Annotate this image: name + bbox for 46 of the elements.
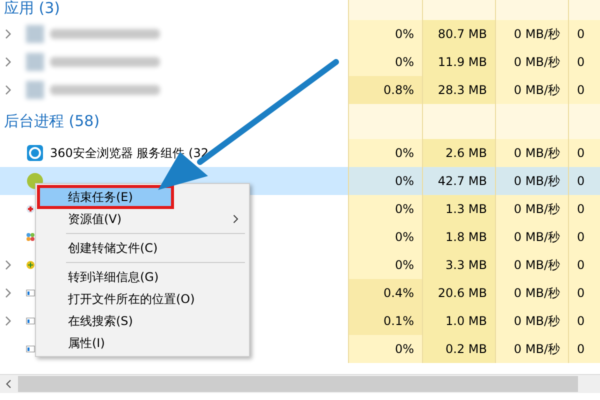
cpu-cell: 0% bbox=[348, 48, 422, 76]
disk-cell: 0 MB/秒 bbox=[495, 167, 568, 195]
disk-cell: 0 MB/秒 bbox=[495, 307, 568, 335]
memory-cell: 11.9 MB bbox=[422, 48, 495, 76]
network-cell: 0 bbox=[568, 335, 600, 363]
disk-cell: 0 MB/秒 bbox=[495, 335, 568, 363]
cpu-cell: 0% bbox=[348, 335, 422, 363]
memory-cell: 1.0 MB bbox=[422, 307, 495, 335]
disk-cell: 0 MB/秒 bbox=[495, 195, 568, 223]
network-cell: 0 bbox=[568, 195, 600, 223]
network-cell: 0 bbox=[568, 48, 600, 76]
cpu-cell: 0% bbox=[348, 167, 422, 195]
memory-cell: 3.3 MB bbox=[422, 251, 495, 279]
memory-cell: 42.7 MB bbox=[422, 167, 495, 195]
memory-cell: 0.2 MB bbox=[422, 335, 495, 363]
cpu-cell: 0% bbox=[348, 251, 422, 279]
cpu-cell: 0.1% bbox=[348, 307, 422, 335]
memory-cell: 1.3 MB bbox=[422, 195, 495, 223]
section-title: 应用 (3) bbox=[4, 0, 60, 18]
network-cell: 0 bbox=[568, 223, 600, 251]
disk-cell: 0 MB/秒 bbox=[495, 20, 568, 48]
disk-cell: 0 MB/秒 bbox=[495, 139, 568, 167]
memory-cell: 2.6 MB bbox=[422, 139, 495, 167]
cpu-cell: 0.8% bbox=[348, 76, 422, 104]
disk-cell: 0 MB/秒 bbox=[495, 48, 568, 76]
disk-cell: 0 MB/秒 bbox=[495, 279, 568, 307]
network-cell: 0 bbox=[568, 139, 600, 167]
cpu-cell: 0% bbox=[348, 139, 422, 167]
cpu-cell: 0.4% bbox=[348, 279, 422, 307]
disk-cell: 0 MB/秒 bbox=[495, 76, 568, 104]
network-cell: 0 bbox=[568, 251, 600, 279]
section-title: 后台进程 (58) bbox=[4, 112, 100, 131]
network-cell: 0 bbox=[568, 307, 600, 335]
cpu-cell: 0% bbox=[348, 20, 422, 48]
memory-cell: 1.8 MB bbox=[422, 223, 495, 251]
cpu-cell: 0% bbox=[348, 195, 422, 223]
memory-cell: 80.7 MB bbox=[422, 20, 495, 48]
disk-cell: 0 MB/秒 bbox=[495, 251, 568, 279]
memory-cell: 20.6 MB bbox=[422, 279, 495, 307]
memory-cell: 28.3 MB bbox=[422, 76, 495, 104]
network-cell: 0 bbox=[568, 279, 600, 307]
network-cell: 0 bbox=[568, 20, 600, 48]
cpu-cell: 0% bbox=[348, 223, 422, 251]
disk-cell: 0 MB/秒 bbox=[495, 223, 568, 251]
network-cell: 0 bbox=[568, 76, 600, 104]
network-cell: 0 bbox=[568, 167, 600, 195]
